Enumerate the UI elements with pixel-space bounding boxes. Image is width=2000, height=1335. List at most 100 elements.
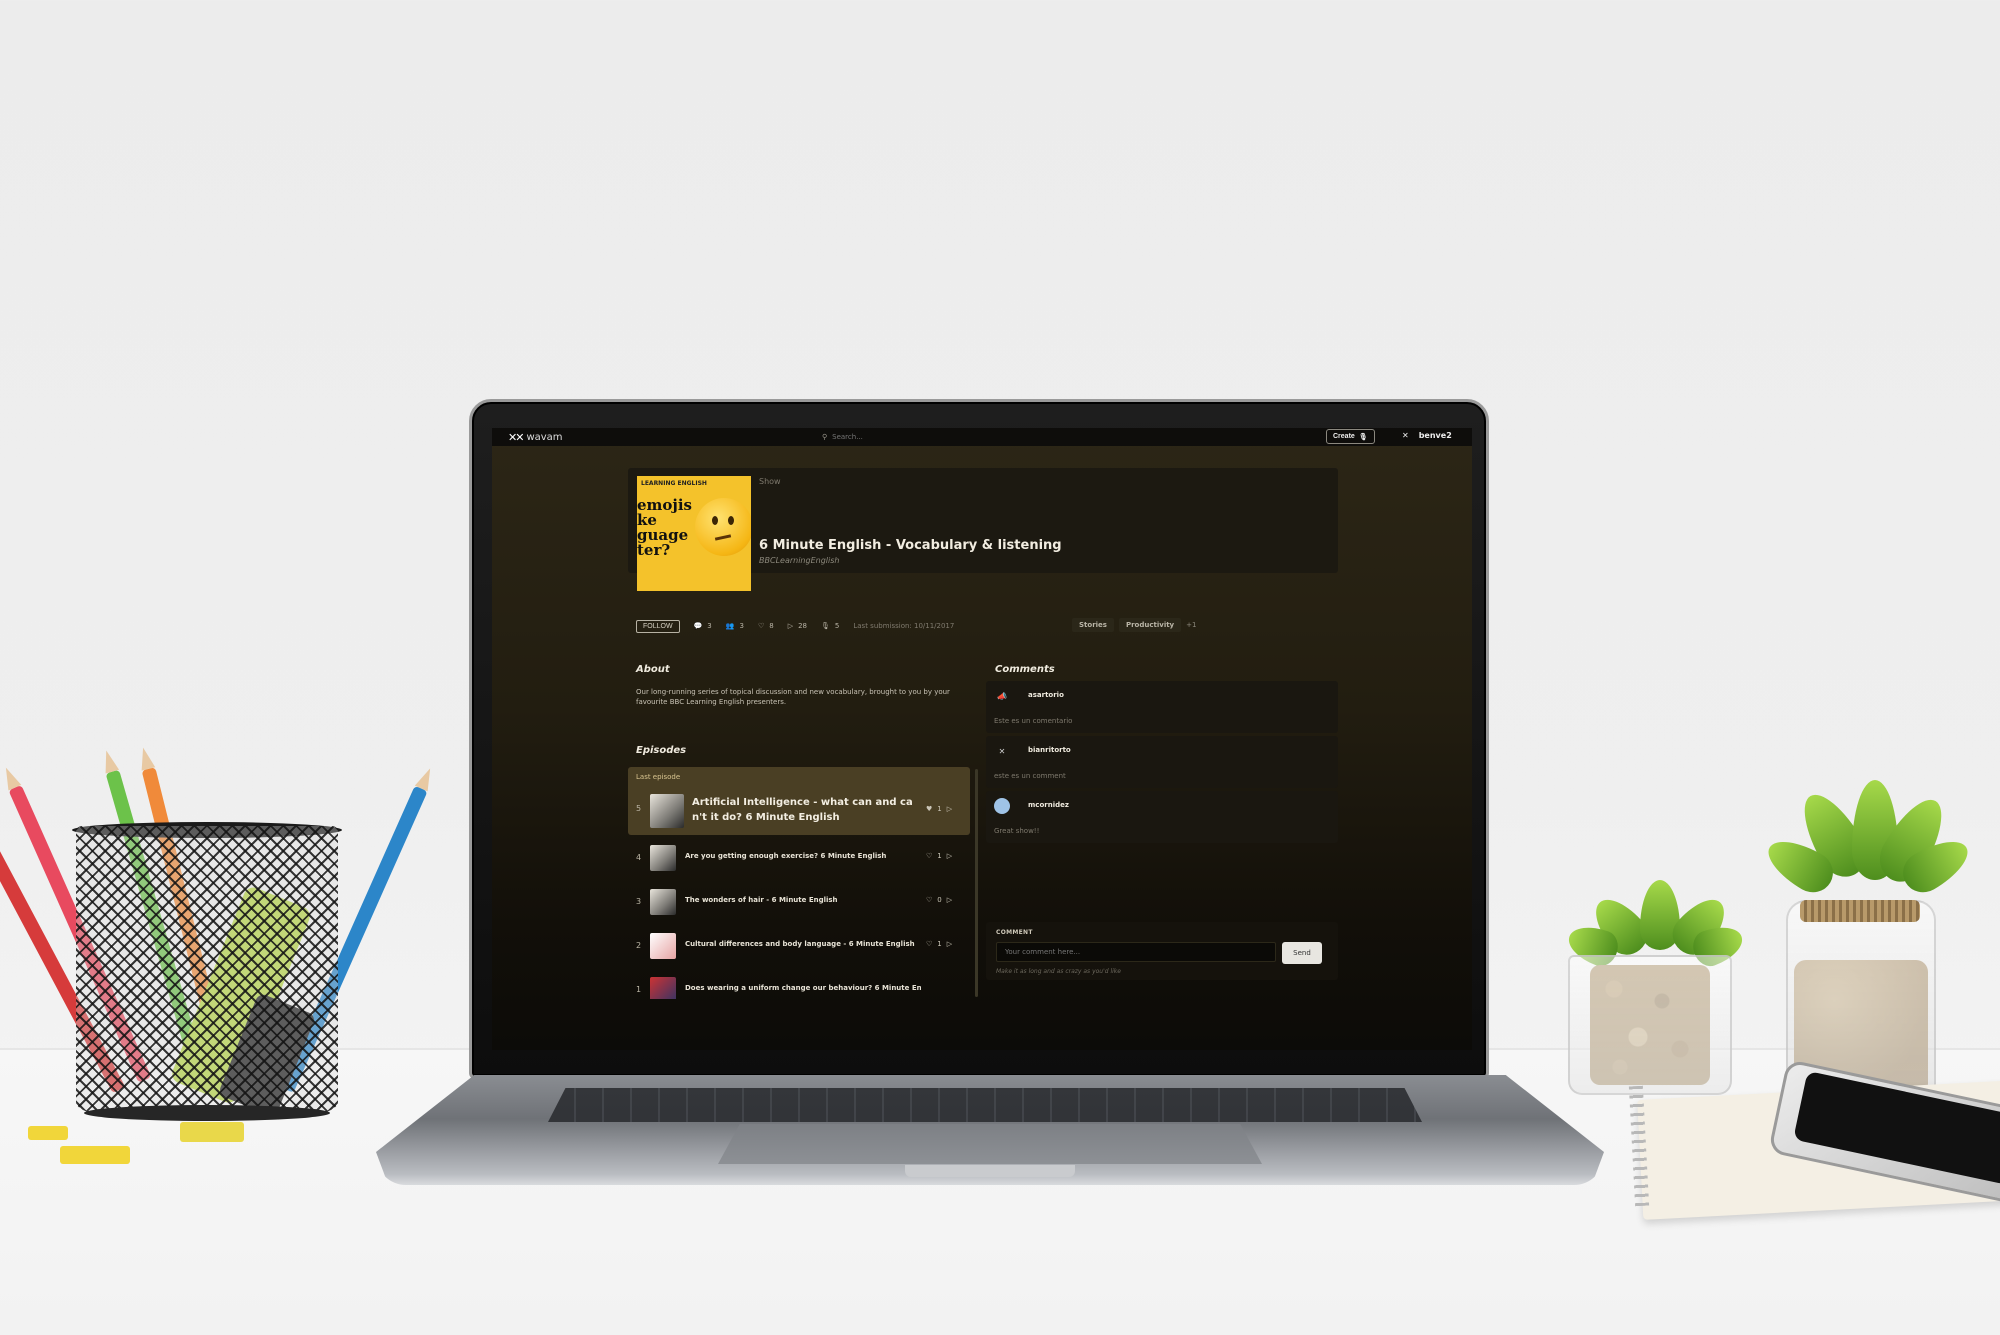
episode-row[interactable]: 3 The wonders of hair - 6 Minute English… bbox=[628, 881, 970, 921]
episodes-stat: 🎙 5 bbox=[821, 622, 839, 630]
follow-button[interactable]: FOLLOW bbox=[636, 619, 680, 633]
microphone-icon: 🎙 bbox=[821, 622, 830, 630]
comment-hint: Make it as long and as crazy as you'd li… bbox=[996, 968, 1121, 975]
comment-form-label: COMMENT bbox=[996, 929, 1033, 936]
comment-text: Este es un comentario bbox=[994, 717, 1073, 725]
episode-number: 4 bbox=[636, 853, 642, 862]
play-icon[interactable]: ▷ bbox=[947, 896, 952, 904]
show-stats-row: FOLLOW 💬 3 👥 3 ♡ 8 ▷ 28 🎙 5 Last submission: … bbox=[636, 619, 954, 633]
about-heading: About bbox=[636, 664, 670, 675]
episodes-count: 5 bbox=[834, 622, 840, 630]
last-submission: Last submission: 10/11/2017 bbox=[853, 622, 955, 630]
comment-username[interactable]: asartorio bbox=[1028, 691, 1064, 699]
cup-base bbox=[84, 1105, 330, 1121]
episode-number: 1 bbox=[636, 985, 642, 994]
search-input[interactable] bbox=[832, 433, 1033, 441]
comment-username[interactable]: bianritorto bbox=[1028, 746, 1071, 754]
episode-meta: ♡ 1 ▷ bbox=[926, 852, 952, 860]
comment-username[interactable]: mcornidez bbox=[1028, 801, 1069, 809]
comment-card: 📣 asartorio Este es un comentario bbox=[986, 681, 1338, 733]
episodes-heading: Episodes bbox=[636, 745, 687, 756]
episode-number: 3 bbox=[636, 897, 642, 906]
play-icon[interactable]: ▷ bbox=[947, 852, 952, 860]
episode-meta: ♥ 1 ▷ bbox=[926, 805, 952, 813]
about-text: Our long-running series of topical discu… bbox=[636, 688, 950, 706]
show-cover-art[interactable]: LEARNING ENGLISH emojis ke guage ter? bbox=[637, 476, 751, 591]
comments-stat: 💬 3 bbox=[694, 622, 712, 630]
avatar[interactable]: 📣 bbox=[994, 688, 1010, 704]
comment-input[interactable] bbox=[996, 942, 1276, 962]
episode-meta: ♡ 0 ▷ bbox=[926, 896, 952, 904]
reactions-count: 8 bbox=[769, 622, 774, 630]
play-icon[interactable]: ▷ bbox=[947, 940, 952, 948]
like-count: 1 bbox=[937, 940, 942, 948]
comments-count: 3 bbox=[707, 622, 712, 630]
create-button[interactable]: Create 🎙 bbox=[1326, 429, 1375, 444]
user-menu[interactable]: ✕ benve2 bbox=[1402, 431, 1452, 440]
thinking-face-icon bbox=[695, 498, 751, 556]
episode-thumbnail bbox=[650, 933, 676, 959]
brand-logo[interactable]: ✕✕ wavam bbox=[508, 431, 563, 444]
search-icon: ⚲ bbox=[822, 433, 828, 441]
wavam-logo-icon: ✕✕ bbox=[508, 431, 525, 444]
microphone-icon: 🎙 bbox=[1358, 433, 1368, 441]
heart-icon[interactable]: ♥ bbox=[926, 805, 932, 813]
episode-number: 5 bbox=[636, 804, 642, 813]
reaction-icon: ♡ bbox=[757, 622, 765, 630]
brand-name: wavam bbox=[526, 432, 563, 443]
episode-row[interactable]: 2 Cultural differences and body language… bbox=[628, 925, 970, 965]
episode-title: Artificial Intelligence - what can and c… bbox=[692, 797, 913, 823]
show-author-link[interactable]: BBCLearningEnglish bbox=[759, 556, 839, 565]
more-tags-link[interactable]: +1 bbox=[1186, 621, 1196, 629]
tag-chip[interactable]: Stories bbox=[1072, 618, 1114, 632]
reactions-stat: ♡ 8 bbox=[758, 622, 774, 630]
episode-meta: ♡ 1 ▷ bbox=[926, 940, 952, 948]
top-navbar: ✕✕ wavam ⚲ Create 🎙 ✕ benve2 bbox=[492, 428, 1472, 446]
plays-count: 28 bbox=[798, 622, 807, 630]
heart-icon[interactable]: ♡ bbox=[926, 896, 932, 904]
laptop-screen: ✕✕ wavam ⚲ Create 🎙 ✕ benve2 LEARNING EN… bbox=[492, 428, 1472, 1050]
followers-count: 3 bbox=[739, 622, 744, 630]
create-label: Create bbox=[1333, 433, 1355, 440]
heart-icon[interactable]: ♡ bbox=[926, 940, 932, 948]
comment-bubble-icon: 💬 bbox=[693, 622, 703, 630]
plays-stat: ▷ 28 bbox=[788, 622, 807, 630]
like-count: 1 bbox=[937, 852, 942, 860]
tag-list: Stories Productivity +1 bbox=[1072, 618, 1196, 632]
play-icon: ▷ bbox=[787, 622, 794, 630]
comment-text: este es un comment bbox=[994, 772, 1066, 780]
episodes-scrollbar[interactable] bbox=[975, 769, 978, 997]
episode-title: The wonders of hair - 6 Minute English bbox=[685, 896, 838, 904]
like-count: 0 bbox=[937, 896, 942, 904]
episode-row[interactable]: 4 Are you getting enough exercise? 6 Min… bbox=[628, 837, 970, 877]
laptop-notch bbox=[905, 1165, 1075, 1177]
episode-thumbnail bbox=[650, 845, 676, 871]
tag-chip[interactable]: Productivity bbox=[1118, 618, 1182, 632]
episode-title: Cultural differences and body language -… bbox=[685, 940, 915, 948]
episode-row-featured[interactable]: Last episode 5 Artificial Intelligence -… bbox=[628, 767, 970, 835]
episode-title: Are you getting enough exercise? 6 Minut… bbox=[685, 852, 887, 860]
avatar[interactable] bbox=[994, 798, 1010, 814]
comment-form: COMMENT Send Make it as long and as craz… bbox=[986, 922, 1338, 980]
mesh-cup bbox=[76, 826, 338, 1116]
send-button[interactable]: Send bbox=[1282, 942, 1322, 964]
episode-thumbnail bbox=[650, 977, 676, 999]
show-kind-label: Show bbox=[759, 477, 781, 486]
show-title: 6 Minute English - Vocabulary & listenin… bbox=[759, 538, 1062, 553]
comments-heading: Comments bbox=[995, 664, 1055, 675]
username: benve2 bbox=[1418, 431, 1452, 440]
heart-icon[interactable]: ♡ bbox=[926, 852, 932, 860]
user-avatar-icon: ✕ bbox=[1402, 431, 1409, 440]
glass-pot bbox=[1568, 955, 1732, 1095]
users-icon: 👥 bbox=[725, 622, 735, 630]
laptop-keyboard bbox=[548, 1088, 1422, 1122]
comment-card: ✕ bianritorto este es un comment bbox=[986, 736, 1338, 788]
episode-number: 2 bbox=[636, 941, 642, 950]
play-icon[interactable]: ▷ bbox=[947, 805, 952, 813]
avatar[interactable]: ✕ bbox=[994, 743, 1010, 759]
like-count: 1 bbox=[937, 805, 942, 813]
comment-text: Great show!! bbox=[994, 827, 1040, 835]
episode-row[interactable]: 1 Does wearing a uniform change our beha… bbox=[628, 969, 970, 999]
binder-clip bbox=[180, 1122, 244, 1142]
search-bar[interactable]: ⚲ bbox=[822, 430, 1092, 444]
